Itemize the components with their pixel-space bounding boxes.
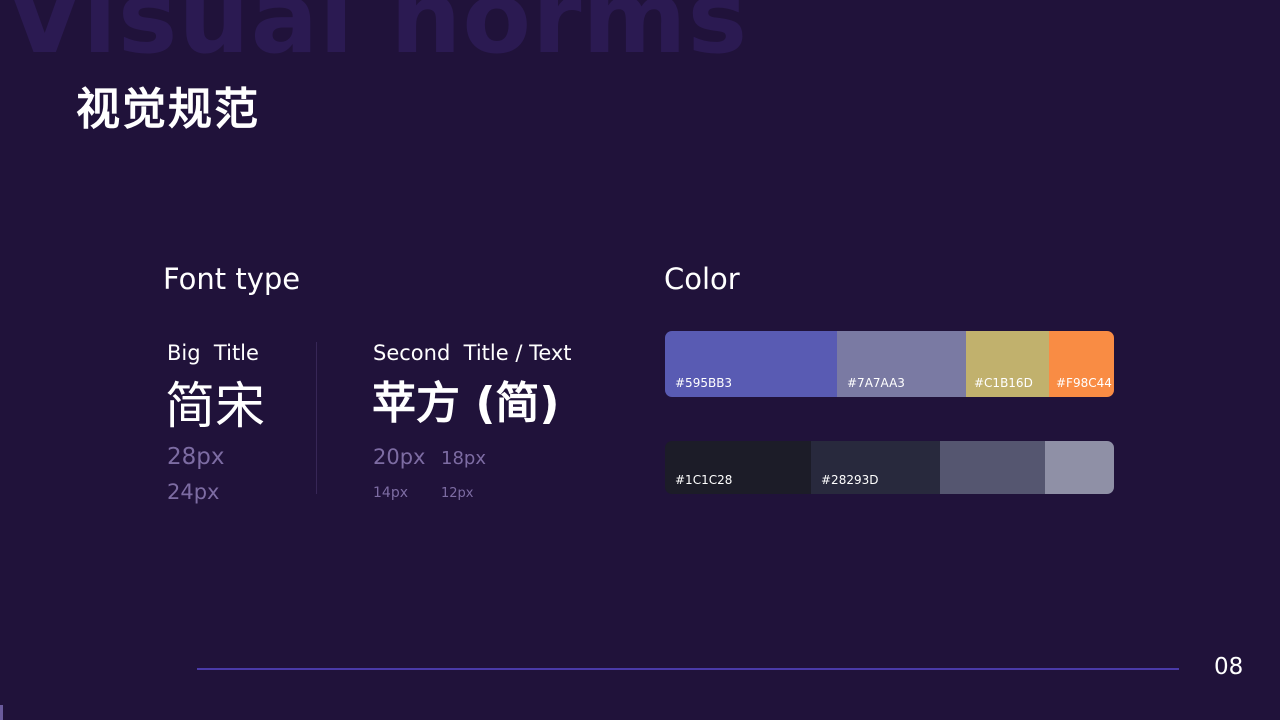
size-14px: 14px xyxy=(373,485,408,501)
color-code: #F98C44 xyxy=(1056,375,1112,390)
neutral-color-palette: #1C1C28 #28293D xyxy=(665,441,1114,494)
background-watermark: Visual norms xyxy=(6,0,749,76)
primary-color-palette: #595BB3 #7A7AA3 #C1B16D #F98C44 xyxy=(665,331,1114,397)
second-title-font-sample: 苹方 (简) xyxy=(372,378,560,429)
corner-accent xyxy=(0,705,3,720)
page-title: 视觉规范 xyxy=(76,84,260,135)
color-swatch: #595BB3 xyxy=(665,331,837,397)
size-28px: 28px xyxy=(167,444,225,470)
second-title-label: Second Title / Text xyxy=(373,341,572,365)
big-title-label: Big Title xyxy=(167,341,259,365)
color-swatch: #F98C44 xyxy=(1049,331,1114,397)
page-number: 08 xyxy=(1214,654,1244,680)
size-18px: 18px xyxy=(441,448,486,469)
color-code: #C1B16D xyxy=(974,375,1033,390)
color-swatch: #7A7AA3 xyxy=(837,331,966,397)
footer-divider xyxy=(197,668,1179,670)
font-divider xyxy=(316,342,317,494)
color-swatch xyxy=(1045,441,1114,494)
color-code: #595BB3 xyxy=(675,375,733,390)
color-code: #1C1C28 xyxy=(675,472,733,487)
size-20px: 20px xyxy=(373,445,426,469)
slide: Visual norms 视觉规范 Font type Color Big Ti… xyxy=(0,0,1280,720)
color-heading: Color xyxy=(664,262,740,296)
color-swatch xyxy=(940,441,1045,494)
color-swatch: #1C1C28 xyxy=(665,441,811,494)
color-swatch: #28293D xyxy=(811,441,940,494)
color-code: #7A7AA3 xyxy=(847,375,905,390)
size-12px: 12px xyxy=(441,486,474,501)
color-code: #28293D xyxy=(821,472,879,487)
size-24px: 24px xyxy=(167,480,220,504)
color-swatch: #C1B16D xyxy=(966,331,1049,397)
big-title-font-sample: 简宋 xyxy=(165,377,265,435)
font-type-heading: Font type xyxy=(163,262,301,296)
